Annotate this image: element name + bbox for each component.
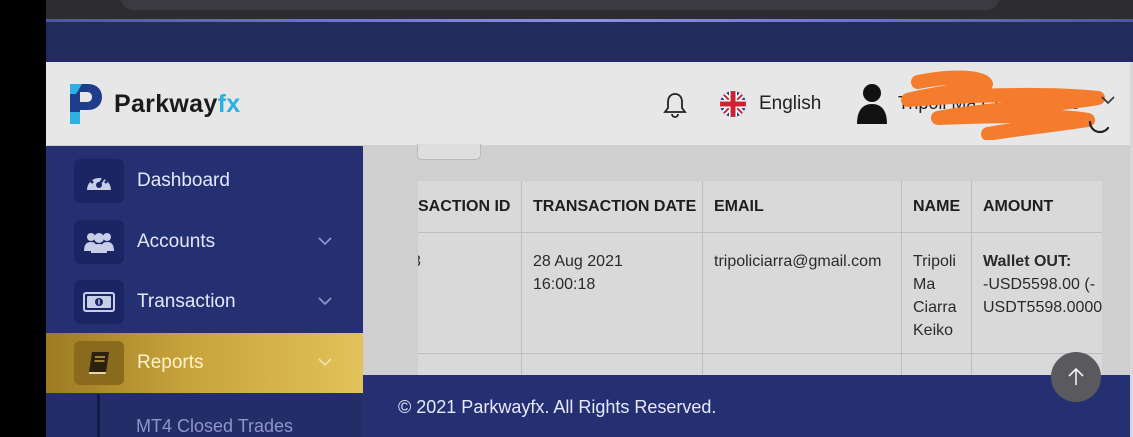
screen: Parkwayfx English Tripoli Ma Ciarra Keik… (0, 0, 1133, 437)
submenu-guide-line (97, 394, 100, 437)
scroll-to-top-button[interactable] (1051, 352, 1101, 402)
column-divider (702, 181, 703, 375)
language-selector[interactable]: English (719, 90, 821, 118)
cell-amount: Wallet OUT: -USD5598.00 (- USDT5598.0000 (983, 250, 1102, 319)
bell-icon (663, 93, 687, 118)
cell-time: 16:00:18 (533, 276, 596, 293)
top-header: Parkwayfx English Tripoli Ma Ciarra Keik… (46, 62, 1130, 146)
column-header-transaction-id[interactable]: SACTION ID (418, 198, 510, 216)
chevron-down-icon (318, 297, 332, 306)
sidebar-icon-box (74, 280, 124, 324)
filter-button[interactable] (417, 144, 481, 160)
column-header-email[interactable]: EMAIL (714, 198, 764, 216)
sidebar-item-accounts[interactable]: Accounts (46, 212, 363, 272)
chevron-down-icon (318, 237, 332, 246)
cell-name: Tripoli Ma Ciarra Keiko (913, 250, 957, 342)
column-divider (521, 181, 522, 375)
address-bar[interactable] (120, 0, 1000, 10)
column-divider (901, 181, 902, 375)
footer: © 2021 Parkwayfx. All Rights Reserved. (363, 375, 1130, 437)
arrow-up-icon (1068, 367, 1084, 385)
submenu-item-mt4-closed-trades[interactable]: MT4 Closed Trades (136, 416, 293, 437)
uk-flag-icon (720, 91, 746, 117)
cell-name-part: Keiko (913, 322, 954, 339)
browser-chrome (46, 0, 1133, 62)
cell-name-part: Ma (913, 276, 936, 293)
banknote-icon (83, 292, 115, 312)
load-progress-line (46, 19, 1133, 22)
sidebar-item-reports[interactable]: Reports (46, 333, 363, 393)
amount-label: Wallet OUT: (983, 253, 1072, 270)
column-divider (971, 181, 972, 375)
cell-transaction-date: 28 Aug 2021 16:00:18 (533, 250, 623, 296)
users-group-icon (84, 233, 114, 253)
amount-usdt: USDT5598.0000 (983, 299, 1102, 316)
notifications-button[interactable] (663, 92, 687, 123)
sidebar-item-dashboard[interactable]: Dashboard (46, 151, 363, 211)
language-label: English (759, 93, 822, 114)
brand-main: Parkway (114, 89, 218, 118)
device-edge (0, 0, 46, 437)
parkway-logo-icon (70, 84, 102, 124)
cell-name-part: Tripoli (913, 253, 956, 270)
logo[interactable]: Parkwayfx (66, 82, 240, 126)
sidebar-item-label: Dashboard (137, 170, 230, 191)
reports-submenu: MT4 Closed Trades (46, 394, 363, 437)
brand-fx: fx (217, 89, 241, 118)
user-avatar-icon (857, 84, 887, 124)
sidebar-item-label: Transaction (137, 291, 236, 312)
column-header-name[interactable]: NAME (913, 198, 960, 216)
sidebar-item-label: Accounts (137, 231, 216, 252)
sidebar-icon-box (74, 159, 124, 203)
redaction-scribble (901, 70, 1105, 140)
cell-transaction-id: 3 (418, 250, 421, 273)
column-header-amount[interactable]: AMOUNT (983, 198, 1053, 216)
chevron-down-icon (318, 358, 332, 367)
cell-name-part: Ciarra (913, 299, 957, 316)
sidebar: Dashboard Accounts Transaction Reports M… (46, 146, 363, 437)
cell-date: 28 Aug 2021 (533, 253, 623, 270)
amount-usd: -USD5598.00 (- (983, 276, 1096, 293)
copyright-text: © 2021 Parkwayfx. All Rights Reserved. (398, 397, 717, 417)
chevron-down-icon[interactable] (1100, 94, 1116, 106)
column-header-transaction-date[interactable]: TRANSACTION DATE (533, 198, 696, 216)
brand-name: Parkwayfx (114, 90, 240, 119)
sidebar-icon-box (74, 341, 124, 385)
transactions-table: SACTION ID TRANSACTION DATE EMAIL NAME A… (418, 181, 1102, 375)
sidebar-item-transaction[interactable]: Transaction (46, 272, 363, 332)
cell-email: tripoliciarra@gmail.com (714, 253, 882, 270)
loading-spinner-icon (1088, 120, 1110, 134)
main-content: SACTION ID TRANSACTION DATE EMAIL NAME A… (363, 144, 1130, 375)
sidebar-item-label: Reports (137, 352, 204, 373)
dashboard-gauge-icon (87, 173, 111, 190)
book-icon (89, 352, 109, 374)
sidebar-icon-box (74, 220, 124, 264)
